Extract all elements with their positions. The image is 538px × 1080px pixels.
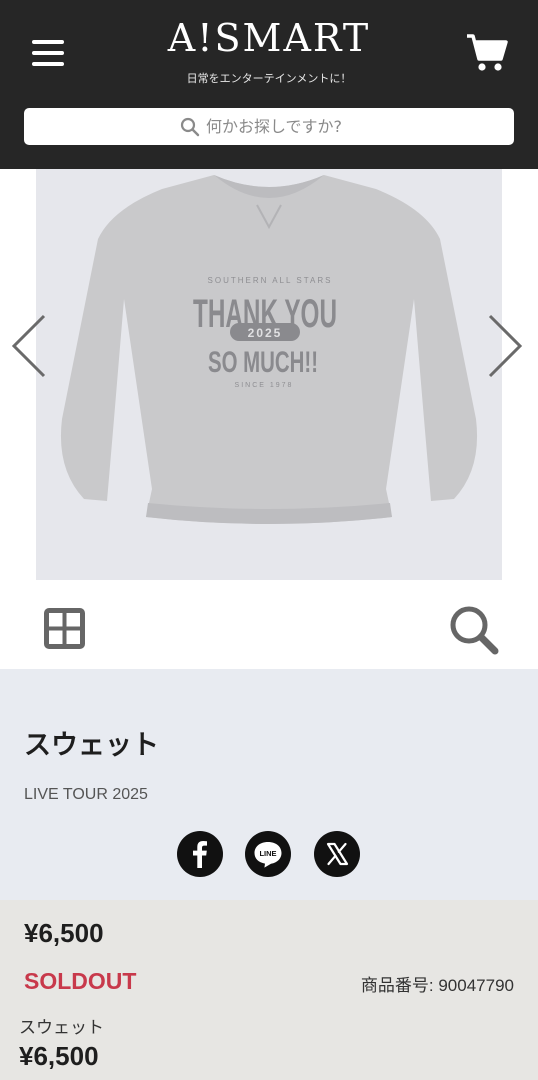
hamburger-menu-icon[interactable]: [32, 38, 64, 68]
search-bar[interactable]: [24, 108, 514, 145]
site-header: A!SMART 日常をエンターテインメントに！: [0, 0, 538, 169]
variant-name: スウェット: [19, 1018, 104, 1038]
line-icon[interactable]: LINE: [245, 831, 291, 877]
product-image[interactable]: SOUTHERN ALL STARS THANK YOU 2025 SO MUC…: [36, 169, 502, 580]
svg-text:LINE: LINE: [259, 849, 276, 858]
print-text-since: SINCE 1978: [235, 382, 294, 389]
search-icon: [180, 117, 200, 137]
search-input[interactable]: [206, 113, 496, 140]
status-badge: SOLDOUT: [24, 968, 137, 994]
product-info: スウェット LIVE TOUR 2025 LINE: [0, 669, 538, 900]
variant-price: ¥6,500: [19, 1041, 99, 1071]
shopping-cart-icon[interactable]: [465, 33, 509, 73]
pricing-section: ¥6,500 SOLDOUT 商品番号: 90047790 スウェット ¥6,5…: [0, 900, 538, 1080]
grid-view-icon[interactable]: [43, 607, 86, 650]
print-badge: 2025: [248, 326, 283, 340]
facebook-icon[interactable]: [177, 831, 223, 877]
product-price: ¥6,500: [24, 918, 104, 948]
site-tagline: 日常をエンターテインメントに！: [186, 72, 352, 85]
product-subtitle: LIVE TOUR 2025: [24, 786, 148, 803]
product-sku: 商品番号: 90047790: [360, 976, 514, 995]
product-gallery: SOUTHERN ALL STARS THANK YOU 2025 SO MUC…: [0, 169, 538, 669]
product-title: スウェット: [24, 730, 159, 761]
chevron-right-icon[interactable]: [488, 314, 524, 378]
page: A!SMART 日常をエンターテインメントに！ 何かお探しですか? SOUTHE…: [0, 0, 538, 1080]
site-logo[interactable]: A!SMART: [150, 16, 388, 60]
x-icon[interactable]: [314, 831, 360, 877]
chevron-left-icon[interactable]: [10, 314, 46, 378]
zoom-icon[interactable]: [448, 604, 500, 656]
print-text-top: SOUTHERN ALL STARS: [208, 276, 333, 285]
print-text-second: SO MUCH!!: [208, 346, 318, 379]
